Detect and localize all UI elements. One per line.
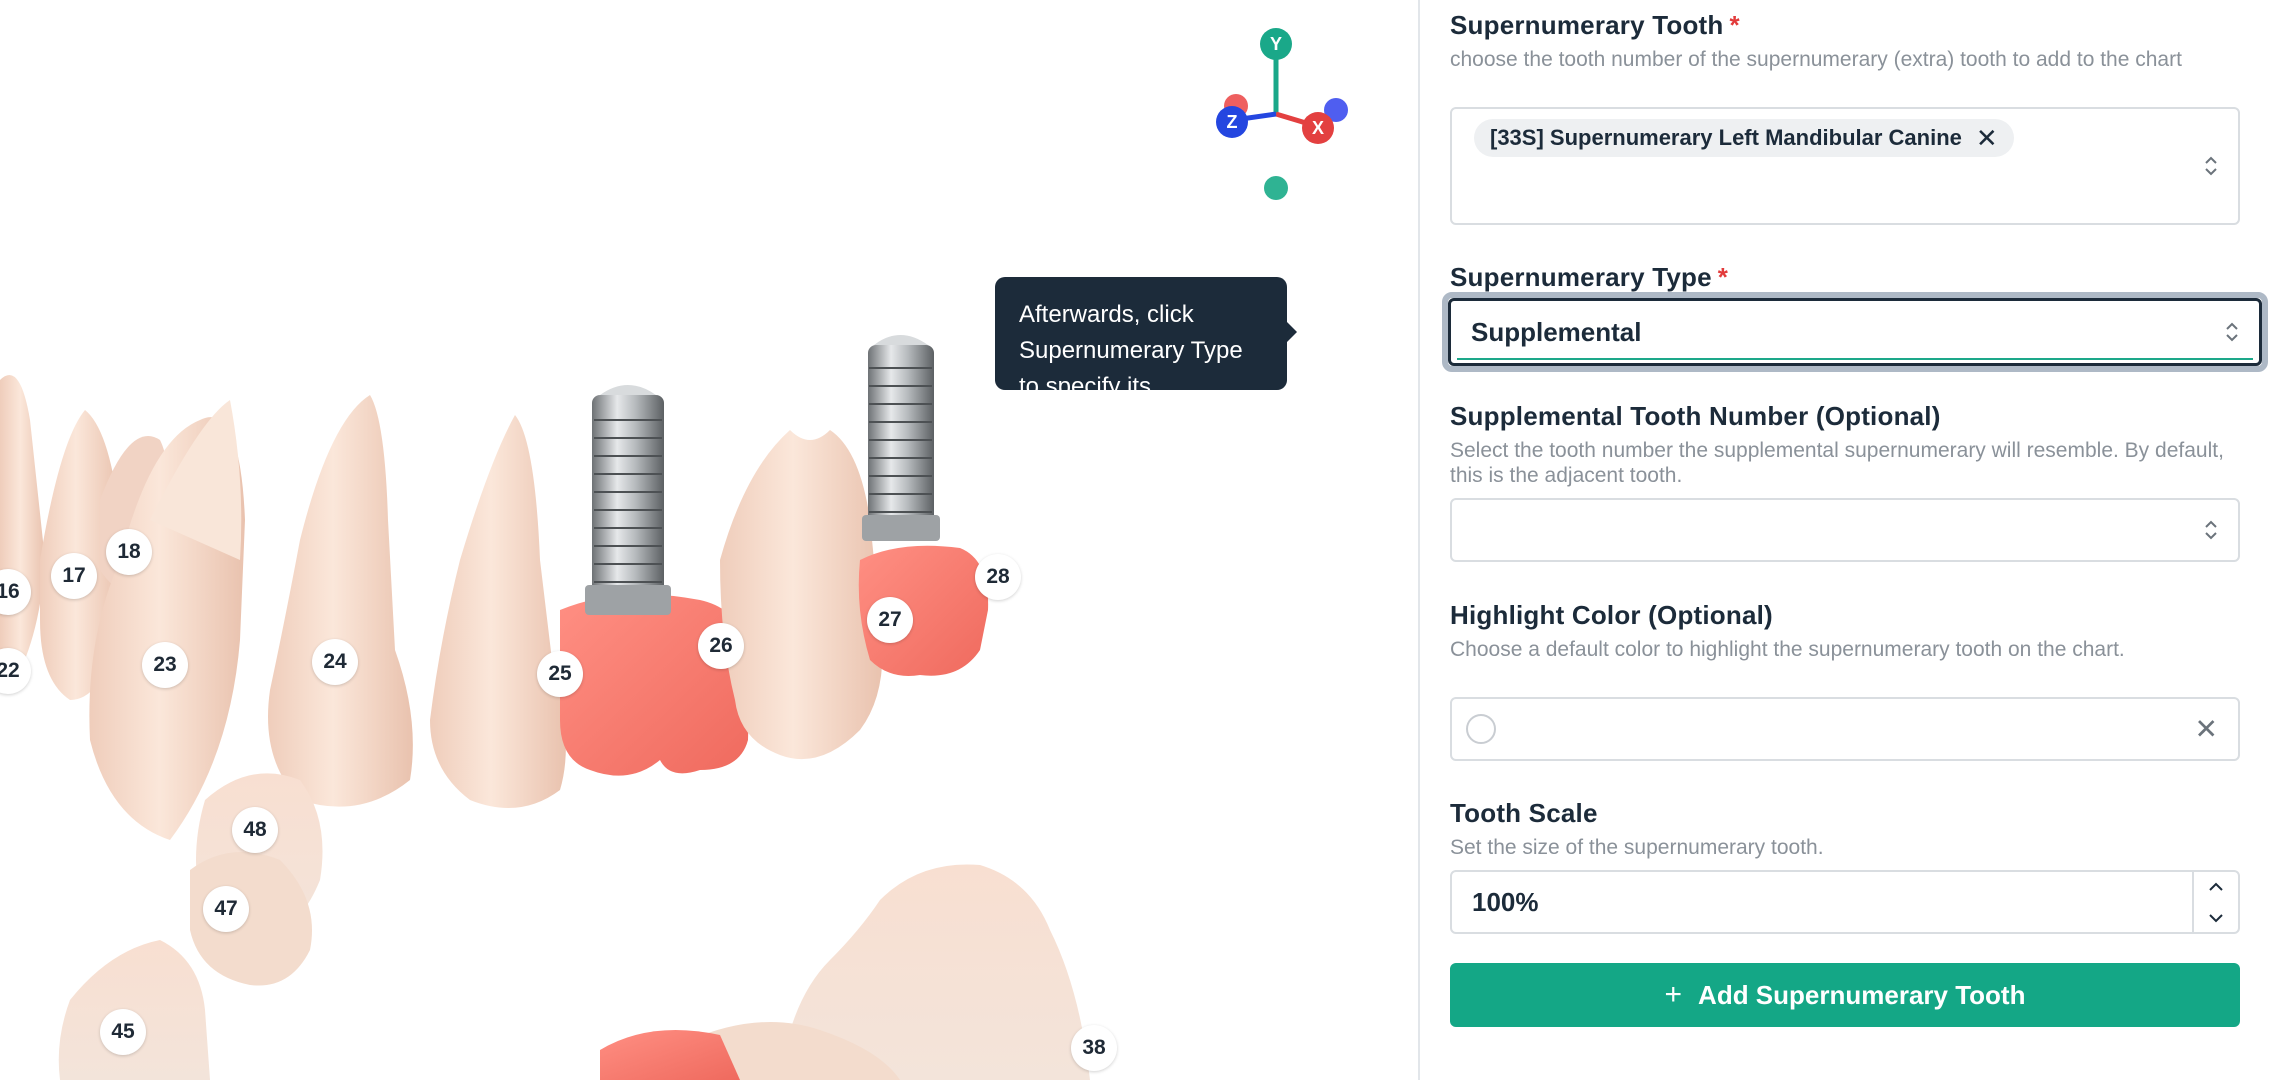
- color-swatch-icon[interactable]: [1466, 714, 1496, 744]
- add-button-label: Add Supernumerary Tooth: [1698, 979, 2026, 1010]
- tooth-label-17[interactable]: 17: [51, 553, 97, 599]
- supernumerary-tooth-select[interactable]: [33S] Supernumerary Left Mandibular Cani…: [1450, 107, 2240, 225]
- tooth-label-38[interactable]: 38: [1071, 1025, 1117, 1071]
- supernumerary-tooth-description: choose the tooth number of the supernume…: [1450, 48, 2182, 71]
- y-axis-icon[interactable]: Y: [1260, 28, 1292, 60]
- selected-tooth-chip: [33S] Supernumerary Left Mandibular Cani…: [1474, 119, 2014, 157]
- supernumerary-form-panel: Supernumerary Tooth * choose the tooth nu…: [1418, 0, 2278, 1080]
- supplemental-number-description: Select the tooth number the supplemental…: [1450, 439, 2224, 487]
- required-mark: *: [1717, 262, 1729, 292]
- tooth-scale-stepper: [2192, 872, 2238, 932]
- tooth-label-45[interactable]: 45: [100, 1009, 146, 1055]
- tooth-scale-label: Tooth Scale: [1450, 798, 1598, 828]
- chevron-up-icon[interactable]: [2194, 872, 2238, 902]
- highlight-color-field: Highlight Color (Optional) Choose a defa…: [1450, 600, 2240, 662]
- tooth-scale-description: Set the size of the supernumerary tooth.: [1450, 836, 1824, 859]
- orientation-gizmo[interactable]: Y X Z: [1190, 22, 1370, 212]
- tooth-label-48[interactable]: 48: [232, 807, 278, 853]
- highlight-color-label: Highlight Color (Optional): [1450, 600, 1773, 630]
- required-mark: *: [1729, 10, 1740, 40]
- add-supernumerary-tooth-button[interactable]: + Add Supernumerary Tooth: [1450, 963, 2240, 1027]
- tooth-label-18[interactable]: 18: [106, 529, 152, 575]
- chevron-down-icon[interactable]: [2194, 903, 2238, 933]
- clear-color-icon[interactable]: ✕: [2195, 713, 2218, 746]
- tooth-label-26[interactable]: 26: [698, 623, 744, 669]
- z-axis-icon[interactable]: Z: [1216, 106, 1248, 138]
- supernumerary-type-focus-ring: Supplemental: [1442, 292, 2268, 372]
- supernumerary-tooth-label: Supernumerary Tooth *: [1450, 10, 1740, 40]
- chevron-updown-icon: [2205, 156, 2217, 176]
- x-axis-icon[interactable]: X: [1302, 112, 1334, 144]
- guide-tooltip: Afterwards, click Supernumerary Type to …: [995, 277, 1297, 436]
- tooth-label-47[interactable]: 47: [203, 886, 249, 932]
- tooth-label-27[interactable]: 27: [867, 597, 913, 643]
- plus-icon: +: [1664, 978, 1683, 1011]
- chevron-updown-icon: [2226, 322, 2238, 342]
- supernumerary-type-select[interactable]: Supplemental: [1448, 298, 2262, 366]
- chevron-updown-icon: [2205, 520, 2217, 540]
- tooth-label-23[interactable]: 23: [142, 642, 188, 688]
- supplemental-number-field: Supplemental Tooth Number (Optional) Sel…: [1450, 401, 2240, 488]
- dental-3d-viewport[interactable]: 16 17 18 22 23 24 25 26 27 28 48 47 45 3…: [0, 0, 1418, 1080]
- supernumerary-tooth-field: Supernumerary Tooth * choose the tooth nu…: [1450, 10, 2240, 72]
- supernumerary-type-field: Supernumerary Type *: [1450, 262, 2240, 293]
- chip-remove-icon[interactable]: ✕: [1976, 123, 1998, 154]
- highlight-color-description: Choose a default color to highlight the …: [1450, 638, 2125, 661]
- tooth-scale-input[interactable]: 100%: [1450, 870, 2240, 934]
- tooth-label-28[interactable]: 28: [975, 554, 1021, 600]
- tooth-scale-value: 100%: [1472, 886, 1539, 917]
- focus-underline: [1457, 358, 2253, 360]
- supernumerary-type-label: Supernumerary Type *: [1450, 262, 1729, 292]
- supplemental-number-label: Supplemental Tooth Number (Optional): [1450, 401, 1941, 431]
- supernumerary-type-value: Supplemental: [1471, 316, 1642, 347]
- tooth-label-25[interactable]: 25: [537, 651, 583, 697]
- highlight-color-picker[interactable]: ✕: [1450, 697, 2240, 761]
- tooth-label-24[interactable]: 24: [312, 639, 358, 685]
- selected-tooth-chip-label: [33S] Supernumerary Left Mandibular Cani…: [1490, 125, 1962, 150]
- tooth-scale-field: Tooth Scale Set the size of the supernum…: [1450, 798, 2240, 860]
- supplemental-number-select[interactable]: [1450, 498, 2240, 562]
